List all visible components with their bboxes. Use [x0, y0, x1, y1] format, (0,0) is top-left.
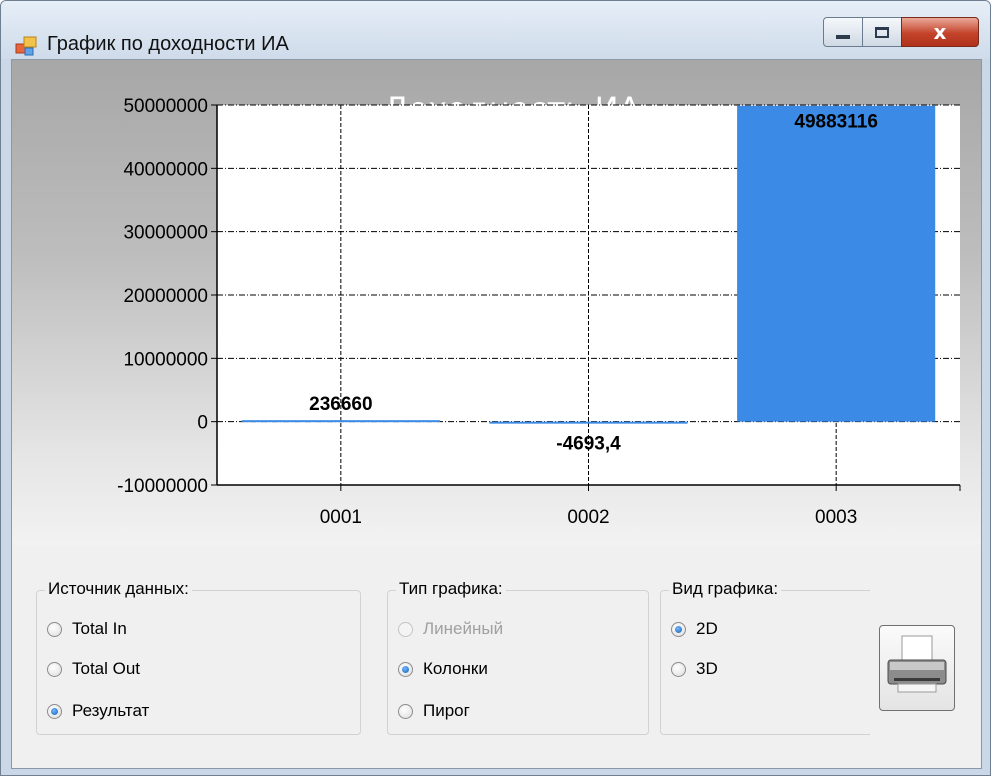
chart-type-title: Тип графика: — [396, 579, 506, 599]
y-tick-label: 10000000 — [123, 349, 208, 370]
chart-type-group: Тип графика: Линейный Колонки Пирог — [387, 579, 649, 735]
title-bar: График по доходности ИА x — [1, 1, 990, 59]
y-tick-label: 20000000 — [123, 286, 208, 307]
minimize-icon — [836, 35, 850, 39]
radio-line[interactable]: Линейный — [398, 618, 503, 640]
chart-panel: Доходность ИА 50000000400000003000000020… — [12, 60, 981, 545]
radio-circle[interactable] — [47, 621, 62, 637]
y-tick-label: 40000000 — [123, 159, 208, 180]
chart-view-title: Вид графика: — [669, 579, 782, 599]
y-tick-label: -10000000 — [117, 476, 208, 497]
radio-circle[interactable] — [398, 661, 413, 677]
data-label: 236660 — [309, 394, 372, 415]
close-button[interactable]: x — [901, 17, 979, 47]
window-title: График по доходности ИА — [47, 33, 289, 55]
radio-columns[interactable]: Колонки — [398, 658, 488, 680]
maximize-icon — [875, 26, 889, 38]
maximize-button[interactable] — [862, 17, 902, 47]
radio-circle[interactable] — [47, 661, 62, 677]
radio-total-out[interactable]: Total Out — [47, 658, 140, 680]
radio-label: Total In — [72, 619, 127, 638]
radio-circle[interactable] — [671, 661, 686, 677]
print-button[interactable] — [879, 625, 955, 711]
data-source-group: Источник данных: Total In Total Out Резу… — [36, 579, 361, 735]
x-tick-label: 0001 — [320, 507, 362, 528]
y-tick-label: 0 — [197, 413, 208, 434]
y-tick-label: 30000000 — [123, 223, 208, 244]
radio-circle[interactable] — [398, 703, 413, 719]
radio-label: Результат — [72, 701, 150, 720]
data-label: 49883116 — [794, 112, 878, 133]
x-tick-label: 0002 — [567, 507, 609, 528]
radio-label: Колонки — [423, 659, 488, 678]
radio-circle[interactable] — [398, 621, 413, 637]
radio-total-in[interactable]: Total In — [47, 618, 127, 640]
bar[interactable] — [489, 421, 688, 424]
close-icon: x — [933, 20, 947, 44]
x-tick-label: 0003 — [815, 507, 857, 528]
radio-2d[interactable]: 2D — [671, 618, 718, 640]
radio-label: Линейный — [423, 619, 504, 638]
radio-label: Total Out — [72, 659, 141, 678]
app-form-icon — [15, 36, 37, 56]
bottom-strip — [12, 750, 981, 768]
radio-label: 2D — [696, 619, 718, 638]
data-source-title: Источник данных: — [45, 579, 192, 599]
minimize-button[interactable] — [823, 17, 863, 47]
data-label: -4693,4 — [556, 434, 621, 455]
bar-chart: Доходность ИА 50000000400000003000000020… — [117, 90, 961, 528]
radio-circle[interactable] — [671, 621, 686, 637]
printer-icon — [887, 635, 947, 693]
radio-label: 3D — [696, 659, 718, 678]
bar[interactable] — [241, 420, 440, 423]
radio-pie[interactable]: Пирог — [398, 700, 470, 722]
radio-label: Пирог — [423, 701, 470, 720]
chart-view-group: Вид графика: 2D 3D — [660, 579, 870, 735]
y-tick-label: 50000000 — [123, 96, 208, 117]
radio-circle[interactable] — [47, 703, 62, 719]
radio-result[interactable]: Результат — [47, 700, 149, 722]
bar[interactable] — [737, 105, 936, 422]
radio-3d[interactable]: 3D — [671, 658, 718, 680]
form-client-area: Доходность ИА 50000000400000003000000020… — [11, 59, 982, 769]
main-window: График по доходности ИА x Доходность ИА … — [0, 0, 991, 776]
